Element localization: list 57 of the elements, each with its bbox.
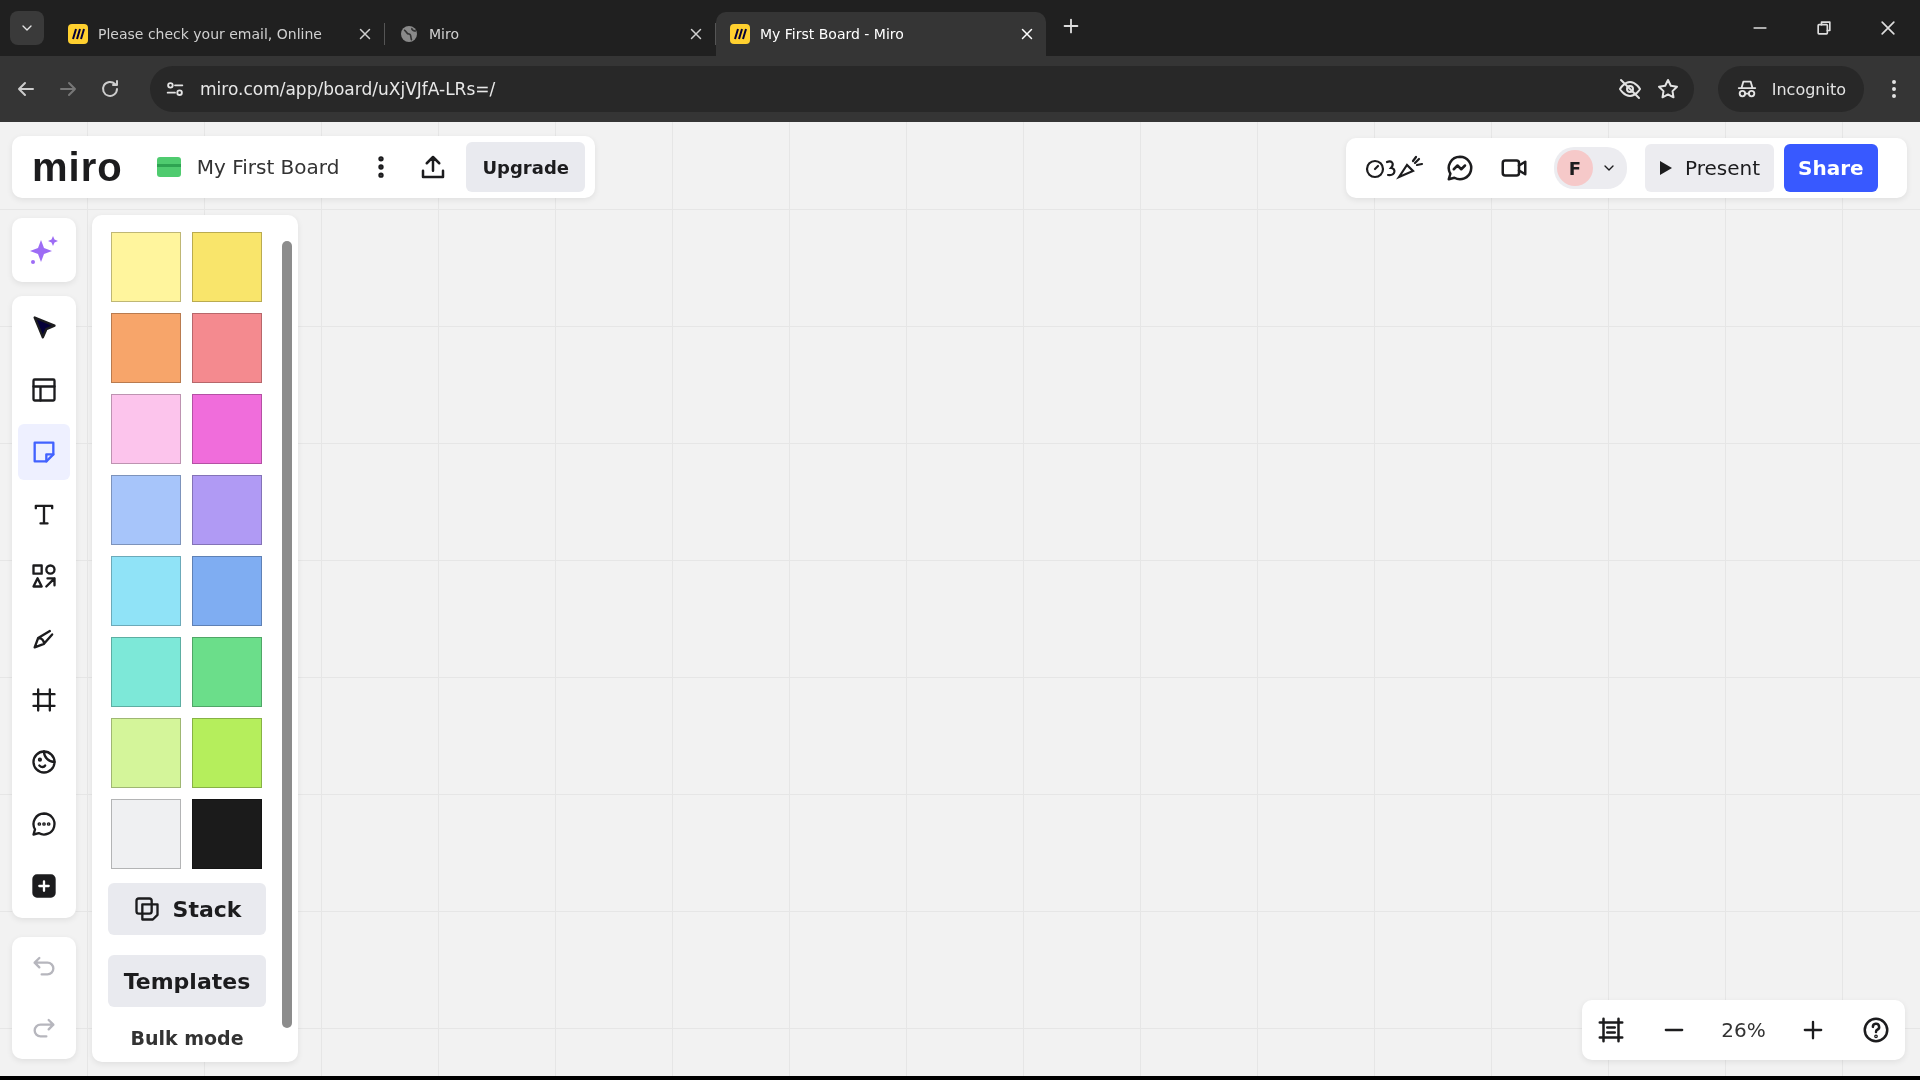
user-avatar: F [1557,150,1593,186]
incognito-button[interactable]: Incognito [1717,66,1864,112]
restore-icon[interactable] [1814,18,1834,38]
sticky-note-swatch[interactable] [192,637,262,707]
tab-search-button[interactable] [10,11,44,45]
play-icon [1659,160,1673,176]
sticky-note-swatch[interactable] [192,313,262,383]
sticky-note-swatch[interactable] [192,799,262,869]
sticky-note-swatch[interactable] [192,718,262,788]
sticky-note-swatch[interactable] [192,556,262,626]
browser-tab[interactable]: My First Board - Miro [716,12,1046,56]
board-name[interactable]: My First Board [196,155,340,179]
sparkle-icon [28,234,60,266]
sticky-note-swatch[interactable] [192,232,262,302]
scrollbar[interactable] [282,241,292,1028]
present-button[interactable]: Present [1645,144,1775,192]
url-text: miro.com/app/board/uXjVJfA-LRs=/ [200,79,497,99]
sticky-note-tool[interactable] [18,424,70,480]
layout-icon [30,376,58,404]
incognito-icon [1735,78,1758,100]
chat-icon[interactable] [1445,153,1475,183]
stack-button[interactable]: Stack [108,883,266,935]
comment-icon [30,810,58,838]
sticky-note-swatch[interactable] [192,475,262,545]
frame-icon [30,686,58,714]
eye-slash-icon[interactable] [1617,77,1642,101]
sticker-icon [30,748,58,776]
miro-favicon-icon [68,24,88,44]
miro-favicon-icon [730,24,750,44]
sticky-note-swatch[interactable] [111,556,181,626]
ai-button[interactable] [12,218,76,282]
miro-logo[interactable]: miro [32,147,123,187]
sticky-note-swatch[interactable] [111,475,181,545]
close-icon[interactable] [1878,18,1898,38]
sticky-note-swatch[interactable] [111,718,181,788]
zoom-level[interactable]: 26% [1721,1018,1766,1042]
browser-tab[interactable]: Please check your email, Online [54,12,384,56]
sticky-note-swatch[interactable] [111,394,181,464]
shapes-icon [30,562,58,590]
address-bar[interactable]: miro.com/app/board/uXjVJfA-LRs=/ [150,66,1694,112]
board-icon [156,157,181,177]
user-menu[interactable]: F [1554,147,1627,189]
bulk-mode-link[interactable]: Bulk mode [108,1027,266,1049]
sticky-note-swatch[interactable] [111,637,181,707]
stack-icon [132,895,161,923]
sticky-note-swatch[interactable] [111,313,181,383]
star-icon[interactable] [1655,77,1680,101]
globe-icon [399,24,419,44]
templates-button[interactable]: Templates [108,955,266,1007]
add-icon [30,872,58,900]
fit-to-screen-icon[interactable] [1596,1015,1626,1045]
browser-tab[interactable]: Miro [385,12,715,56]
share-button[interactable]: Share [1784,144,1878,192]
sticky-note-swatch[interactable] [111,232,181,302]
sticky-note-swatch[interactable] [111,799,181,869]
sticky-note-swatch[interactable] [192,394,262,464]
upgrade-button[interactable]: Upgrade [466,142,585,192]
